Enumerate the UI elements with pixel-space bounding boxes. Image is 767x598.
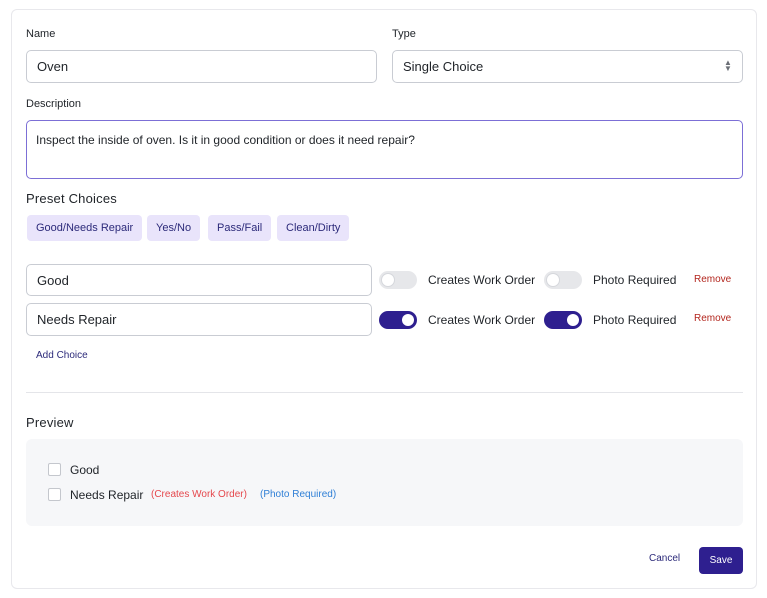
preview-item-needs-repair: Needs Repair [70,488,144,502]
type-label: Type [392,28,416,40]
preview-item-good: Good [70,463,100,477]
preview-checkbox-needs-repair[interactable] [48,488,61,501]
name-label: Name [26,28,56,40]
creates-work-order-tag: (Creates Work Order) [151,489,247,500]
preset-choices-title: Preset Choices [26,191,117,206]
section-divider [26,392,743,393]
remove-choice-good[interactable]: Remove [694,274,731,285]
preset-clean-dirty[interactable]: Clean/Dirty [277,215,350,241]
creates-work-order-label: Creates Work Order [428,313,536,327]
description-textarea[interactable]: Inspect the inside of oven. Is it in goo… [26,120,743,179]
photo-required-label: Photo Required [593,313,677,327]
creates-work-order-toggle-needs-repair[interactable] [379,311,417,329]
add-choice-link[interactable]: Add Choice [36,350,88,361]
choice-input-needs-repair[interactable]: Needs Repair [26,303,372,336]
preset-pass-fail[interactable]: Pass/Fail [208,215,272,241]
photo-required-toggle-good[interactable] [544,271,582,289]
type-select[interactable]: Single Choice ▲ ▼ [392,50,743,83]
cancel-button[interactable]: Cancel [649,553,680,564]
remove-choice-needs-repair[interactable]: Remove [694,313,731,324]
creates-work-order-toggle-good[interactable] [379,271,417,289]
photo-required-label: Photo Required [593,273,677,287]
preset-yes-no[interactable]: Yes/No [147,215,201,241]
chevron-up-down-icon: ▲ ▼ [724,58,732,73]
description-label: Description [26,98,82,110]
choice-input-good[interactable]: Good [26,264,372,296]
preset-good-needs-repair[interactable]: Good/Needs Repair [27,215,143,241]
photo-required-toggle-needs-repair[interactable] [544,311,582,329]
photo-required-tag: (Photo Required) [260,489,337,500]
type-select-value: Single Choice [403,59,484,74]
creates-work-order-label: Creates Work Order [428,273,536,287]
preview-checkbox-good[interactable] [48,463,61,476]
name-input[interactable]: Oven [26,50,377,83]
preview-panel [26,439,743,526]
preview-title: Preview [26,415,74,430]
save-button[interactable]: Save [699,547,743,574]
